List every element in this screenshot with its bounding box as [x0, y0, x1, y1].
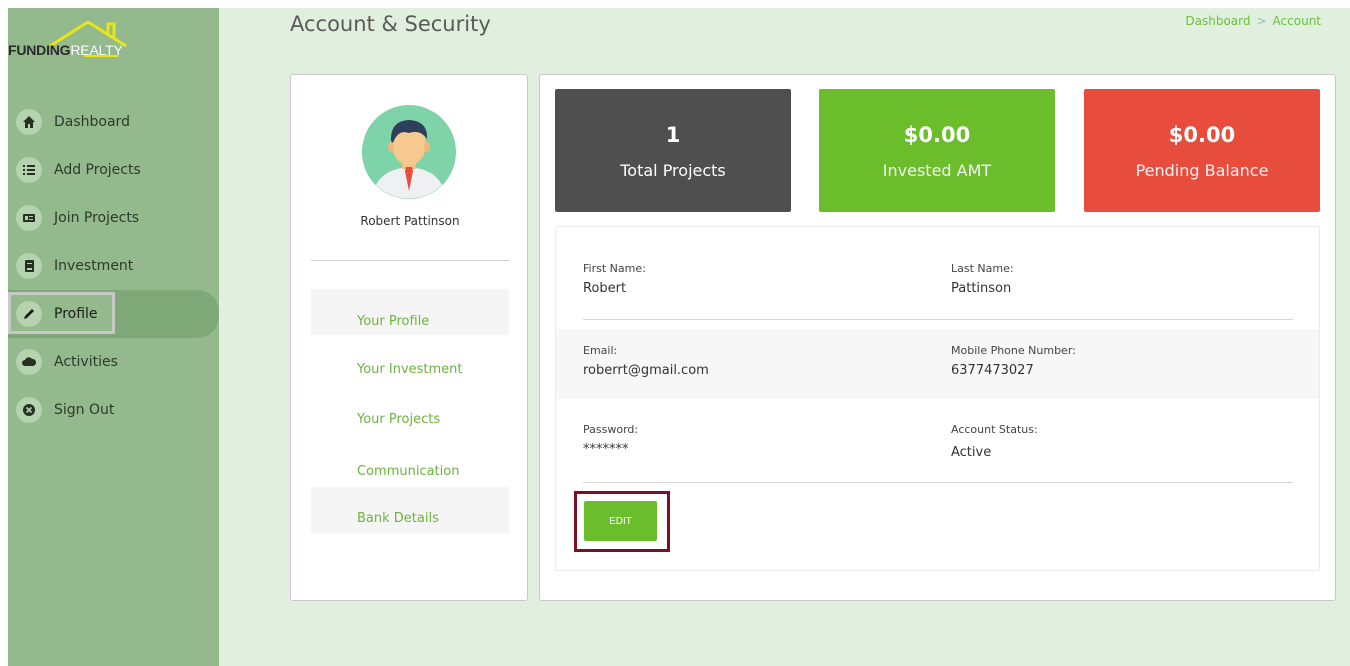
pencil-icon — [16, 301, 42, 327]
first-name-value: Robert — [583, 281, 627, 296]
stat-value: $0.00 — [903, 123, 971, 147]
divider — [583, 319, 1293, 320]
sidebar-item-profile[interactable]: Profile — [8, 290, 219, 338]
email-value: roberrt@gmail.com — [583, 363, 709, 378]
sidebar-item-activities[interactable]: Activities — [8, 338, 219, 386]
sidebar-item-label: Add Projects — [54, 162, 141, 178]
password-label: Password: — [583, 423, 639, 436]
profile-menu-bank-details[interactable]: Bank Details — [311, 487, 509, 533]
stat-total-projects: 1 Total Projects — [555, 89, 791, 212]
edit-button-highlight: EDIT — [574, 491, 670, 552]
sidebar: FUNDINGREALTY Dashboard Add Projects Joi… — [8, 8, 219, 666]
sidebar-item-sign-out[interactable]: Sign Out — [8, 386, 219, 434]
list-icon — [16, 157, 42, 183]
email-label: Email: — [583, 344, 618, 357]
account-status-value: Active — [951, 445, 992, 460]
stat-value: $0.00 — [1168, 123, 1236, 147]
sidebar-item-label: Investment — [54, 258, 134, 274]
profile-menu-your-investment[interactable]: Your Investment — [311, 335, 509, 386]
last-name-value: Pattinson — [951, 281, 1012, 296]
sidebar-item-dashboard[interactable]: Dashboard — [8, 98, 219, 146]
stat-pending-balance: $0.00 Pending Balance — [1084, 89, 1320, 212]
home-icon — [16, 109, 42, 135]
sidebar-nav: Dashboard Add Projects Join Projects Inv… — [8, 98, 219, 434]
book-icon — [16, 253, 42, 279]
profile-name: Robert Pattinson — [360, 214, 460, 228]
page-title: Account & Security — [290, 12, 491, 36]
breadcrumb-dashboard[interactable]: Dashboard — [1185, 14, 1250, 28]
account-status-label: Account Status: — [951, 423, 1038, 436]
brand-word-realty: REALTY — [70, 42, 123, 58]
sidebar-item-label: Profile — [54, 306, 98, 322]
phone-label: Mobile Phone Number: — [951, 344, 1076, 357]
stat-label: Total Projects — [620, 161, 726, 180]
main-content: Account & Security Dashboard > Account Rob… — [219, 8, 1350, 666]
profile-card: Robert Pattinson Your Profile Your Inves… — [290, 74, 528, 601]
stat-invested-amount: $0.00 Invested AMT — [819, 89, 1055, 212]
sidebar-item-investment[interactable]: Investment — [8, 242, 219, 290]
profile-menu: Your Profile Your Investment Your Projec… — [311, 289, 509, 533]
phone-value: 6377473027 — [951, 363, 1034, 378]
avatar — [362, 105, 456, 199]
id-card-icon — [16, 205, 42, 231]
first-name-label: First Name: — [583, 262, 646, 275]
brand-logo[interactable]: FUNDINGREALTY — [8, 18, 219, 70]
profile-menu-your-projects[interactable]: Your Projects — [311, 386, 509, 437]
last-name-label: Last Name: — [951, 262, 1014, 275]
sidebar-item-label: Sign Out — [54, 402, 115, 418]
account-details-panel: First Name: Robert Last Name: Pattinson … — [555, 226, 1320, 571]
divider — [311, 260, 509, 261]
sidebar-item-label: Activities — [54, 354, 118, 370]
account-info-card: 1 Total Projects $0.00 Invested AMT $0.0… — [539, 74, 1336, 601]
cloud-icon — [16, 349, 42, 375]
stat-value: 1 — [665, 123, 681, 147]
breadcrumb: Dashboard > Account — [1185, 14, 1321, 28]
breadcrumb-separator: > — [1256, 14, 1267, 28]
sidebar-item-add-projects[interactable]: Add Projects — [8, 146, 219, 194]
profile-menu-your-profile[interactable]: Your Profile — [311, 289, 509, 335]
edit-button[interactable]: EDIT — [584, 501, 657, 541]
sidebar-item-label: Join Projects — [54, 210, 140, 226]
divider — [583, 482, 1293, 483]
stat-label: Invested AMT — [882, 161, 992, 180]
profile-menu-communication[interactable]: Communication — [311, 437, 509, 487]
brand-name: FUNDINGREALTY — [8, 42, 123, 58]
stat-label: Pending Balance — [1135, 161, 1269, 180]
close-circle-icon — [16, 397, 42, 423]
sidebar-item-join-projects[interactable]: Join Projects — [8, 194, 219, 242]
breadcrumb-account: Account — [1272, 14, 1321, 28]
password-value: ******* — [583, 442, 629, 457]
brand-word-funding: FUNDING — [8, 42, 71, 58]
sidebar-item-label: Dashboard — [54, 114, 130, 130]
